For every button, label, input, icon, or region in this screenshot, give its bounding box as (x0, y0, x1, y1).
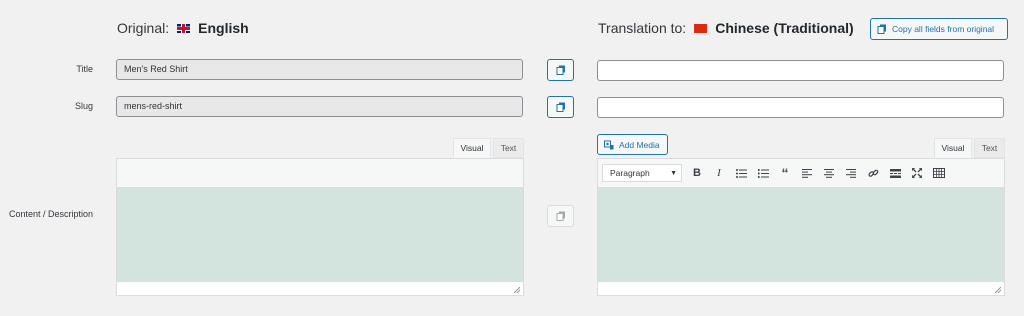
original-status-bar (117, 282, 523, 295)
uk-flag-icon (177, 23, 191, 33)
format-select-value: Paragraph (610, 168, 650, 178)
title-original-field: Men's Red Shirt (116, 59, 523, 80)
translation-tab-text[interactable]: Text (974, 138, 1005, 158)
copy-icon (556, 102, 565, 112)
add-media-icon (604, 140, 614, 149)
toolbar-toggle-icon[interactable] (928, 163, 950, 183)
translation-tab-visual[interactable]: Visual (934, 138, 972, 158)
translation-editor-toolbar: Paragraph ▼ B I “ (598, 159, 1004, 188)
add-media-label: Add Media (619, 139, 660, 150)
original-content-area (117, 188, 523, 282)
copy-all-label: Copy all fields from original (892, 24, 995, 34)
numbered-list-icon[interactable] (752, 163, 774, 183)
link-icon[interactable] (862, 163, 884, 183)
translation-language: Chinese (Traditional) (715, 20, 854, 36)
translation-content-area[interactable] (598, 188, 1004, 282)
slug-translation-input[interactable] (597, 97, 1004, 118)
copy-icon (556, 65, 565, 75)
slug-original-field: mens-red-shirt (116, 96, 523, 117)
title-label: Title (76, 64, 93, 74)
original-header: Original: English (117, 20, 249, 36)
title-translation-input[interactable] (597, 60, 1004, 81)
bold-icon[interactable]: B (686, 163, 708, 183)
translation-header: Translation to: Chinese (Traditional) (598, 20, 854, 36)
content-label: Content / Description (8, 209, 93, 219)
copy-content-button[interactable] (547, 205, 574, 227)
chevron-down-icon: ▼ (670, 169, 677, 177)
original-language: English (198, 20, 249, 36)
copy-title-button[interactable] (547, 59, 574, 81)
original-editor (116, 158, 524, 296)
copy-icon (556, 211, 565, 221)
bullet-list-icon[interactable] (730, 163, 752, 183)
original-editor-toolbar (117, 159, 523, 188)
read-more-icon[interactable] (884, 163, 906, 183)
copy-icon (877, 24, 886, 34)
slug-label: Slug (74, 101, 93, 111)
original-label: Original: (117, 20, 170, 36)
china-flag-icon (694, 23, 708, 33)
blockquote-icon[interactable]: “ (774, 163, 796, 183)
align-left-icon[interactable] (796, 163, 818, 183)
translation-status-bar (598, 282, 1004, 295)
translation-label: Translation to: (598, 20, 687, 36)
add-media-button[interactable]: Add Media (597, 134, 668, 155)
copy-all-button[interactable]: Copy all fields from original (870, 18, 1008, 40)
resize-handle-icon[interactable] (514, 287, 520, 293)
resize-handle-icon[interactable] (995, 287, 1001, 293)
fullscreen-icon[interactable] (906, 163, 928, 183)
copy-slug-button[interactable] (547, 96, 574, 118)
original-tab-text[interactable]: Text (493, 138, 524, 158)
format-select[interactable]: Paragraph ▼ (602, 164, 682, 182)
translation-editor: Paragraph ▼ B I “ (597, 158, 1005, 296)
align-center-icon[interactable] (818, 163, 840, 183)
align-right-icon[interactable] (840, 163, 862, 183)
italic-icon[interactable]: I (708, 163, 730, 183)
original-tab-visual[interactable]: Visual (453, 138, 491, 158)
